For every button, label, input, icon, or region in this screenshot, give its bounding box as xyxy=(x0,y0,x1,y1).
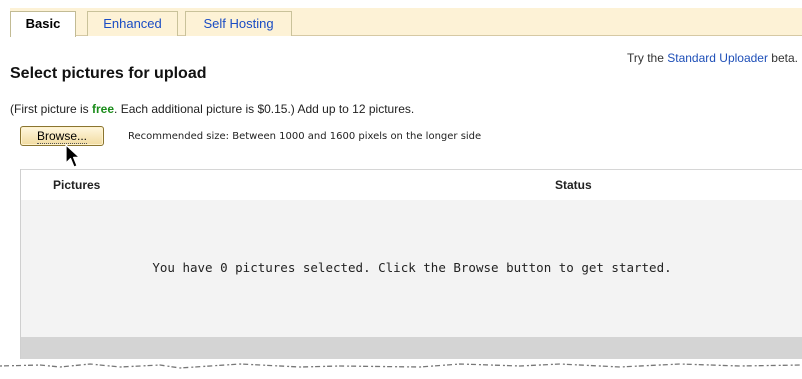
tab-enhanced[interactable]: Enhanced xyxy=(87,11,178,36)
cropped-text-edge xyxy=(0,363,802,369)
page-title: Select pictures for upload xyxy=(10,65,207,82)
table-footer xyxy=(21,337,802,359)
pricing-before: (First picture is xyxy=(10,102,93,116)
mouse-pointer-icon xyxy=(65,144,81,168)
table-body: You have 0 pictures selected. Click the … xyxy=(21,200,802,337)
pricing-free: free xyxy=(92,102,115,116)
uploader-promo: Try the Standard Uploader beta. xyxy=(627,51,798,65)
pricing-after: . Each additional picture is $0.15.) Add… xyxy=(114,102,415,116)
header-pictures: Pictures xyxy=(53,178,101,192)
promo-prefix: Try the xyxy=(627,51,668,65)
browse-button-label: Browse... xyxy=(36,129,87,144)
promo-suffix: beta. xyxy=(767,51,798,65)
recommended-size-note: Recommended size: Between 1000 and 1600 … xyxy=(128,131,482,142)
header-status: Status xyxy=(555,178,592,192)
empty-state-message: You have 0 pictures selected. Click the … xyxy=(152,260,672,275)
table-header: Pictures Status xyxy=(21,169,802,201)
tab-bar: Basic Enhanced Self Hosting xyxy=(10,8,802,37)
browse-button[interactable]: Browse... xyxy=(20,126,104,146)
standard-uploader-link[interactable]: Standard Uploader xyxy=(667,51,768,65)
tab-basic[interactable]: Basic xyxy=(10,11,76,37)
tab-self-hosting[interactable]: Self Hosting xyxy=(185,11,292,36)
pictures-table: Pictures Status You have 0 pictures sele… xyxy=(20,169,802,359)
pricing-info: (First picture is free. Each additional … xyxy=(10,102,414,116)
